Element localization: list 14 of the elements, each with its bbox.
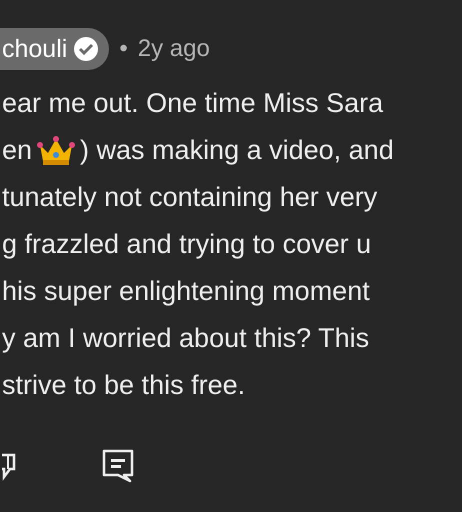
comment-text: ear me out. One time Miss Sara	[2, 87, 384, 120]
separator: •	[119, 35, 128, 63]
vote-icon[interactable]	[2, 451, 16, 481]
comment-text: his super enlightening moment	[2, 275, 370, 308]
author-name[interactable]: chouli	[0, 28, 110, 70]
comment-icon[interactable]	[102, 449, 134, 483]
comment-text: tunately not containing her very	[2, 181, 378, 214]
comment-age: 2y ago	[138, 35, 210, 63]
comment-text: en	[2, 134, 32, 167]
comment-text: g frazzled and trying to cover u	[2, 228, 372, 261]
comment-text: ) was making a video, and	[80, 134, 394, 167]
comment-text: strive to be this free.	[2, 369, 246, 402]
comment-text: y am I worried about this? This	[2, 322, 370, 355]
crown-icon	[36, 134, 76, 166]
